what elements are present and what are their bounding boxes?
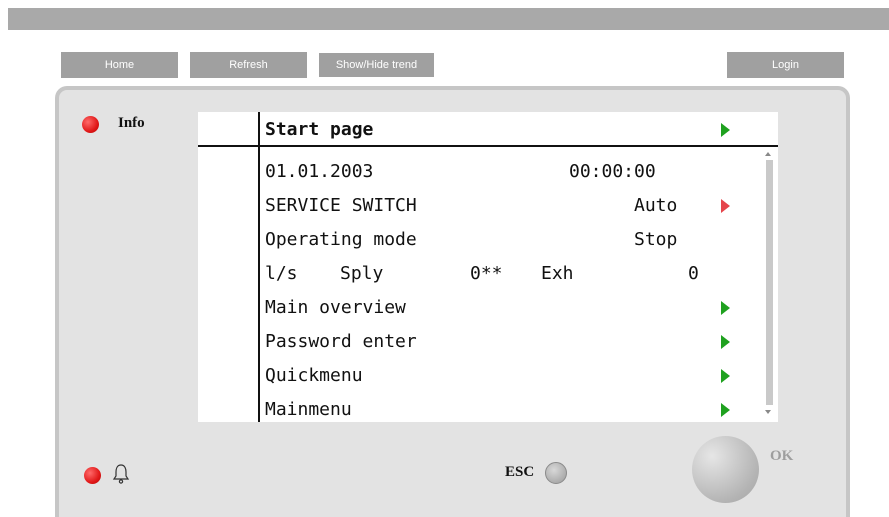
service-switch-arrow-icon[interactable] xyxy=(721,199,730,213)
operating-mode-label: Operating mode xyxy=(265,229,417,250)
exhaust-label: Exh xyxy=(541,263,574,284)
page-title: Start page xyxy=(265,119,374,140)
menu-item-password-enter[interactable]: Password enter xyxy=(265,332,417,352)
scroll-down-icon[interactable] xyxy=(765,410,771,414)
show-hide-trend-button[interactable]: Show/Hide trend xyxy=(318,52,435,78)
menu-item-mainmenu[interactable]: Mainmenu xyxy=(265,400,352,420)
display-screen: Start page 01.01.2003 00:00:00 SERVICE S… xyxy=(198,112,778,422)
login-button[interactable]: Login xyxy=(727,52,844,78)
ok-knob-button[interactable] xyxy=(692,436,759,503)
screen-divider-horizontal xyxy=(198,145,778,147)
info-led-indicator xyxy=(82,116,99,133)
time-value: 00:00:00 xyxy=(569,161,656,182)
quickmenu-arrow-icon[interactable] xyxy=(721,369,730,383)
start-page-arrow-icon[interactable] xyxy=(721,123,730,137)
exhaust-value: 0 xyxy=(688,263,699,284)
esc-label: ESC xyxy=(505,464,535,480)
service-switch-label: SERVICE SWITCH xyxy=(265,195,417,216)
top-bar xyxy=(8,8,889,30)
menu-item-main-overview[interactable]: Main overview xyxy=(265,298,406,318)
home-button[interactable]: Home xyxy=(61,52,178,78)
password-enter-arrow-icon[interactable] xyxy=(721,335,730,349)
scroll-up-icon[interactable] xyxy=(765,152,771,156)
flow-unit-label: l/s xyxy=(265,263,298,284)
supply-value: 0** xyxy=(470,263,503,284)
bell-icon[interactable] xyxy=(112,463,130,485)
main-overview-arrow-icon[interactable] xyxy=(721,301,730,315)
alarm-led-indicator xyxy=(84,467,101,484)
esc-button[interactable] xyxy=(545,462,567,484)
supply-label: Sply xyxy=(340,263,384,284)
service-switch-value[interactable]: Auto xyxy=(634,196,677,216)
ok-label: OK xyxy=(770,448,794,464)
info-label[interactable]: Info xyxy=(118,115,145,132)
operating-mode-value: Stop xyxy=(634,229,678,250)
screen-divider-vertical xyxy=(258,112,260,422)
menu-item-quickmenu[interactable]: Quickmenu xyxy=(265,366,363,386)
date-value: 01.01.2003 xyxy=(265,161,374,182)
mainmenu-arrow-icon[interactable] xyxy=(721,403,730,417)
refresh-button[interactable]: Refresh xyxy=(190,52,307,78)
scrollbar-thumb[interactable] xyxy=(766,160,773,405)
